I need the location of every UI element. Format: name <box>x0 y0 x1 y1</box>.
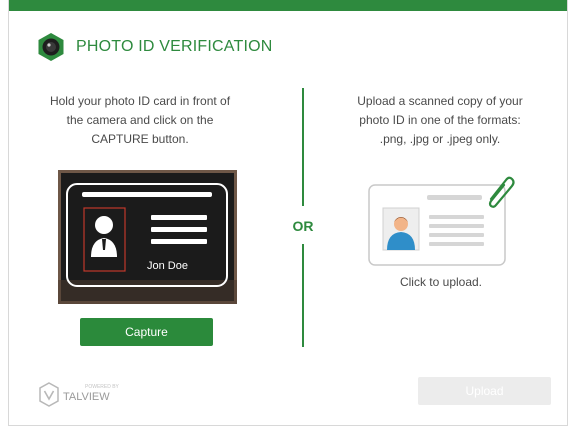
instruction-line: Upload a scanned copy of your <box>357 94 523 108</box>
id-card-upload-icon[interactable] <box>365 175 517 270</box>
instruction-line: the camera and click on the <box>66 113 214 127</box>
instruction-line: photo ID in one of the formats: <box>359 113 521 127</box>
header: PHOTO ID VERIFICATION <box>36 32 273 62</box>
upload-button[interactable]: Upload <box>418 377 551 405</box>
page-title: PHOTO ID VERIFICATION <box>76 38 273 55</box>
capture-button[interactable]: Capture <box>80 318 213 346</box>
divider-top <box>302 88 304 206</box>
camera-lens-icon <box>38 33 64 61</box>
click-to-upload-link[interactable]: Click to upload. <box>361 275 521 289</box>
brand-text: TALVIEW <box>63 391 110 403</box>
camera-preview: Jon Doe <box>58 170 237 304</box>
instruction-line: Hold your photo ID card in front of <box>49 94 231 108</box>
divider-bottom <box>302 244 304 347</box>
upload-instructions: Upload a scanned copy of your photo ID i… <box>335 92 545 149</box>
instruction-line: CAPTURE button. <box>91 132 189 146</box>
powered-by-text: POWERED BY <box>85 384 120 390</box>
talview-logo: POWERED BY TALVIEW <box>39 382 120 407</box>
sample-id-name: Jon Doe <box>147 260 188 272</box>
top-accent-bar <box>9 0 567 11</box>
capture-instructions: Hold your photo ID card in front of the … <box>35 92 245 149</box>
or-separator: OR <box>292 218 314 234</box>
verification-card: PHOTO ID VERIFICATION Hold your photo ID… <box>8 0 568 426</box>
instruction-line: .png, .jpg or .jpeg only. <box>379 132 501 146</box>
